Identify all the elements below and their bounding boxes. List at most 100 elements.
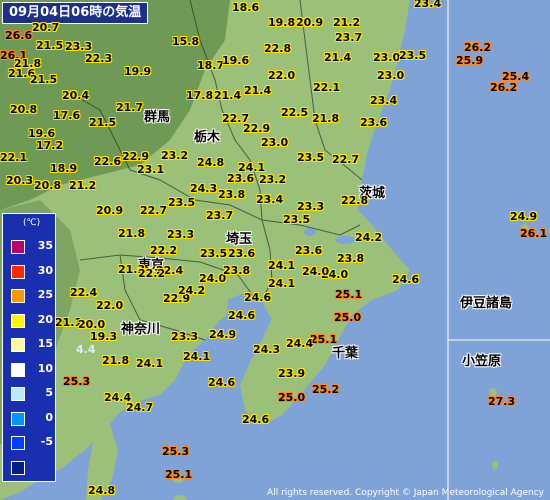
temperature-reading: 17.6 — [53, 109, 81, 122]
temperature-reading: 20.9 — [296, 16, 324, 29]
temperature-reading: 25.1 — [165, 468, 193, 481]
legend-level: 20 — [37, 312, 53, 326]
temperature-reading: 23.8 — [337, 252, 365, 265]
temperature-reading: 19.9 — [124, 65, 152, 78]
legend-swatch — [11, 411, 25, 426]
temperature-reading: 24.4 — [286, 337, 314, 350]
temperature-reading: 24.6 — [244, 291, 272, 304]
temperature-reading: 24.2 — [355, 231, 383, 244]
place-tochigi: 栃木 — [194, 130, 221, 145]
temperature-reading: 21.5 — [30, 73, 58, 86]
temperature-reading: 24.1 — [136, 357, 164, 370]
temperature-reading: 21.2 — [69, 179, 97, 192]
legend-swatch — [11, 460, 25, 475]
temperature-reading: 24.2 — [178, 284, 206, 297]
temperature-reading: 22.8 — [264, 42, 292, 55]
temperature-reading: 22.6 — [94, 155, 122, 168]
temperature-reading: 25.0 — [278, 391, 306, 404]
temperature-reading: 21.2 — [333, 16, 361, 29]
temperature-reading: 25.1 — [310, 333, 338, 346]
temperature-reading: 20.8 — [34, 179, 62, 192]
legend-row — [11, 457, 55, 477]
legend-row: 25 — [11, 285, 55, 305]
legend-row: 20 — [11, 310, 55, 330]
temperature-reading: 25.0 — [334, 311, 362, 324]
map-title: 09月04日06時の気温 — [2, 2, 149, 24]
temperature-reading: 23.5 — [200, 247, 228, 260]
legend-swatch — [11, 313, 25, 328]
temperature-reading: 20.9 — [96, 204, 124, 217]
temperature-reading: 21.4 — [324, 51, 352, 64]
temperature-reading: 22.7 — [332, 153, 360, 166]
temperature-reading: 21.8 — [312, 112, 340, 125]
temperature-reading: 25.3 — [63, 375, 91, 388]
legend-swatch — [11, 362, 25, 377]
temperature-reading: 24.8 — [88, 484, 116, 497]
temperature-reading: 24.6 — [392, 273, 420, 286]
temperature-reading: 24.1 — [268, 259, 296, 272]
legend-row: 35 — [11, 236, 55, 256]
temperature-reading: 23.3 — [171, 330, 199, 343]
temperature-reading: 24.6 — [208, 376, 236, 389]
temperature-reading: 22.2 — [138, 267, 166, 280]
temperature-reading: 24.6 — [228, 309, 256, 322]
temperature-reading: 18.6 — [232, 1, 260, 14]
temperature-reading: 23.5 — [399, 49, 427, 62]
temperature-reading: 22.1 — [0, 151, 28, 164]
lake — [304, 228, 316, 236]
legend-level: 30 — [37, 263, 53, 277]
temperature-reading: 18.9 — [50, 162, 78, 175]
temperature-reading: 22.2 — [150, 244, 178, 257]
temperature-reading: 19.6 — [28, 127, 56, 140]
copyright-notice: All rights reserved. Copyright © Japan M… — [267, 488, 544, 498]
temperature-reading: 21.5 — [36, 39, 64, 52]
temperature-reading: 24.1 — [268, 277, 296, 290]
temperature-reading: 23.4 — [414, 0, 442, 10]
temperature-reading: 24.9 — [510, 210, 538, 223]
temperature-reading: 23.7 — [335, 31, 363, 44]
temperature-reading: 21.7 — [116, 101, 144, 114]
temperature-reading: 22.0 — [96, 299, 124, 312]
temperature-reading: 21.5 — [89, 116, 117, 129]
temperature-reading: 23.8 — [223, 264, 251, 277]
temperature-reading: 20.7 — [32, 21, 60, 34]
temperature-reading: 24.8 — [197, 156, 225, 169]
temperature-reading: 22.8 — [341, 194, 369, 207]
legend-level: 25 — [37, 288, 53, 301]
temperature-reading: 25.2 — [312, 383, 340, 396]
legend-swatch — [11, 240, 25, 254]
temperature-reading: 20.8 — [10, 103, 38, 116]
temperature-reading: 24.3 — [253, 343, 281, 356]
temperature-reading: 21.4 — [214, 89, 242, 102]
temperature-reading: 26.6 — [5, 29, 33, 42]
temperature-reading: 22.9 — [243, 122, 271, 135]
temperature-reading: 25.1 — [335, 288, 363, 301]
temperature-reading: 22.5 — [281, 106, 309, 119]
legend-row: 15 — [11, 334, 55, 354]
temperature-reading: 23.3 — [297, 200, 325, 213]
temperature-reading: 21.4 — [244, 84, 272, 97]
temperature-reading: 26.2 — [464, 41, 492, 54]
temperature-reading: 25.9 — [456, 54, 484, 67]
temperature-reading: 23.7 — [206, 209, 234, 222]
temperature-reading: 18.7 — [197, 59, 225, 72]
temperature-reading: 17.8 — [186, 89, 214, 102]
temperature-reading: 23.9 — [278, 367, 306, 380]
temperature-reading: 23.1 — [137, 163, 165, 176]
temperature-reading: 23.6 — [360, 116, 388, 129]
temperature-reading: 23.3 — [167, 228, 195, 241]
temperature-reading: 23.0 — [261, 136, 289, 149]
temperature-reading: 23.5 — [297, 151, 325, 164]
temperature-reading: 23.6 — [295, 244, 323, 257]
place-kanagawa: 神奈川 — [121, 322, 161, 337]
temperature-reading: 23.0 — [377, 69, 405, 82]
temperature-reading: 22.3 — [85, 52, 113, 65]
legend-swatch — [11, 289, 25, 303]
temperature-reading: 19.3 — [90, 330, 118, 343]
temperature-reading: 17.2 — [36, 139, 64, 152]
legend-swatch — [11, 338, 25, 352]
legend-level: 10 — [37, 361, 53, 375]
temperature-reading: 25.3 — [162, 445, 190, 458]
temperature-reading: 23.2 — [161, 149, 189, 162]
temperature-reading: 23.4 — [370, 94, 398, 107]
